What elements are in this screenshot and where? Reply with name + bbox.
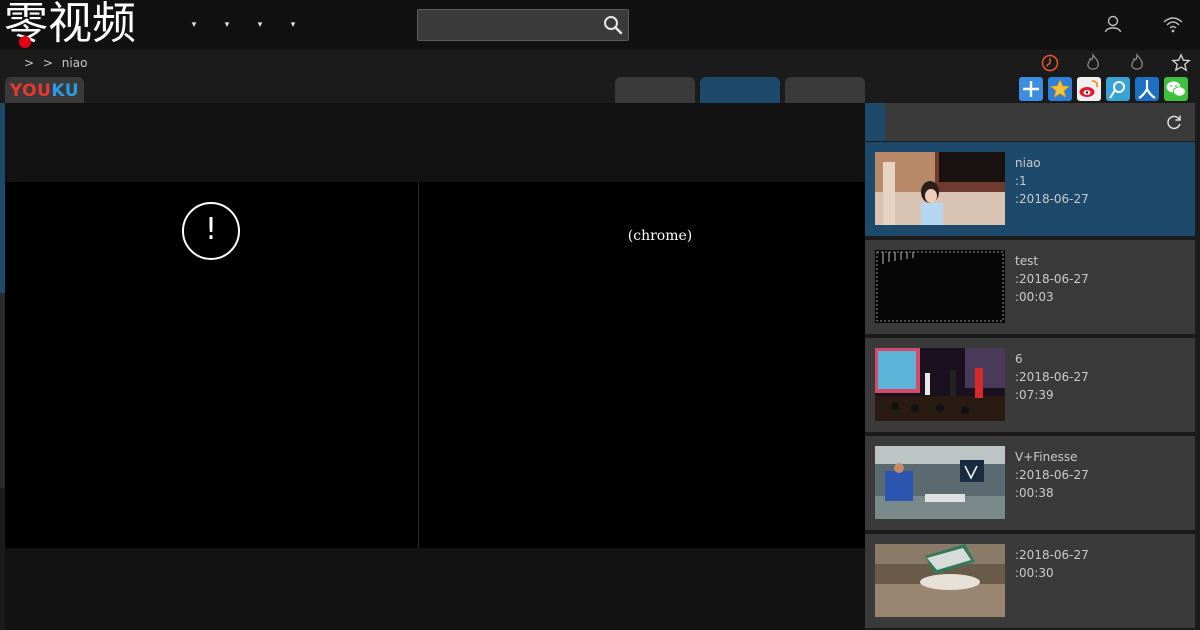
playlist-item[interactable]: V+Finesse :2018-06-27 :00:38	[865, 436, 1195, 530]
share-wechat-icon[interactable]	[1164, 77, 1188, 101]
nav-dropdown-1[interactable]: ▾	[188, 19, 200, 31]
item-info: :2018-06-27	[1015, 468, 1089, 482]
nav-dropdown-2[interactable]: ▾	[221, 19, 233, 31]
tab-2[interactable]	[700, 77, 780, 103]
item-meta: V+Finesse :2018-06-27 :00:38	[1015, 448, 1089, 502]
item-meta: :2018-06-27 :00:30	[1015, 546, 1089, 582]
item-info: :07:39	[1015, 388, 1054, 402]
search-input[interactable]	[424, 15, 594, 35]
breadcrumb-current[interactable]: niao	[62, 56, 88, 70]
share-qzone-icon[interactable]	[1048, 77, 1072, 101]
history-icon[interactable]	[1040, 53, 1060, 73]
breadcrumb: > > niao	[24, 56, 92, 70]
video-thumbnail[interactable]	[875, 544, 1005, 617]
item-title: 6	[1015, 352, 1023, 366]
player-screen[interactable]	[5, 182, 865, 548]
refresh-icon[interactable]	[1165, 113, 1183, 131]
nav-dropdown-3[interactable]: ▾	[254, 19, 266, 31]
item-title: test	[1015, 254, 1039, 268]
item-info: :1	[1015, 174, 1027, 188]
share-weibo-icon[interactable]	[1077, 77, 1101, 101]
item-info: :00:38	[1015, 486, 1054, 500]
alert-icon: !	[182, 202, 240, 260]
share-renren-icon[interactable]	[1135, 77, 1159, 101]
star-icon[interactable]	[1171, 53, 1191, 73]
player-divider	[418, 182, 419, 548]
item-info: :00:03	[1015, 290, 1054, 304]
search-box	[417, 9, 629, 41]
player-message: (chrome)	[627, 228, 693, 244]
item-info: :00:30	[1015, 566, 1054, 580]
breadcrumb-separator: >	[24, 56, 35, 70]
youku-logo-ku: KU	[51, 81, 80, 101]
item-info: :2018-06-27	[1015, 192, 1089, 206]
source-badge-youku[interactable]: YOUKU	[5, 77, 84, 103]
playlist-item[interactable]: niao :1 :2018-06-27	[865, 142, 1195, 236]
action-icons	[1040, 53, 1200, 75]
playlist-item[interactable]: :2018-06-27 :00:30	[865, 534, 1195, 628]
wifi-icon[interactable]	[1162, 14, 1184, 34]
item-title: V+Finesse	[1015, 450, 1078, 464]
share-add-icon[interactable]	[1019, 77, 1043, 101]
playlist-header	[885, 103, 1195, 141]
youku-logo-you: YOU	[9, 81, 52, 101]
nav-dropdown-4[interactable]: ▾	[287, 19, 299, 31]
playlist-item[interactable]: test :2018-06-27 :00:03	[865, 240, 1195, 334]
tab-1[interactable]	[615, 77, 695, 103]
hot-icon[interactable]	[1083, 53, 1103, 73]
search-icon[interactable]	[603, 15, 623, 35]
video-thumbnail[interactable]	[875, 250, 1005, 323]
item-meta: niao :1 :2018-06-27	[1015, 154, 1089, 208]
tab-3[interactable]	[785, 77, 865, 103]
panel-accent	[865, 103, 885, 141]
item-info: :2018-06-27	[1015, 548, 1089, 562]
playlist-item[interactable]: 6 :2018-06-27 :07:39	[865, 338, 1195, 432]
video-thumbnail[interactable]	[875, 348, 1005, 421]
item-meta: test :2018-06-27 :00:03	[1015, 252, 1089, 306]
item-info: :2018-06-27	[1015, 272, 1089, 286]
video-thumbnail[interactable]	[875, 446, 1005, 519]
video-thumbnail[interactable]	[875, 152, 1005, 225]
logo-dot	[19, 36, 31, 48]
hot-icon[interactable]	[1127, 53, 1147, 73]
share-tencent-icon[interactable]	[1106, 77, 1130, 101]
item-title: niao	[1015, 156, 1041, 170]
breadcrumb-separator: >	[42, 56, 53, 70]
user-icon[interactable]	[1103, 14, 1123, 34]
item-meta: 6 :2018-06-27 :07:39	[1015, 350, 1089, 404]
item-info: :2018-06-27	[1015, 370, 1089, 384]
top-header: 零视频 ▾ ▾ ▾ ▾	[0, 0, 1200, 50]
